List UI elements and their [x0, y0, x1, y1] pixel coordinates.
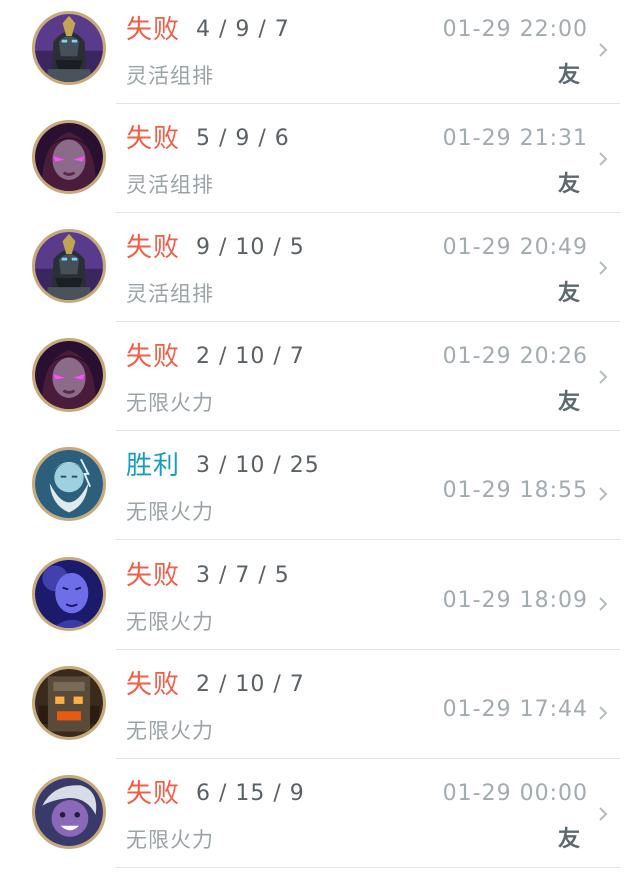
chevron-right-icon: [599, 807, 608, 821]
row-divider: [116, 867, 620, 868]
game-mode: 无限火力: [126, 719, 214, 743]
violet-eyed-woman-icon: [32, 120, 106, 194]
match-time: 01-29 20:49: [442, 235, 588, 260]
match-row[interactable]: 失败 2 / 10 / 7 无限火力 01-29 17:44: [0, 655, 640, 764]
chevron-right-icon: [599, 43, 608, 57]
friend-badge: 友: [558, 827, 581, 852]
match-row[interactable]: 失败 4 / 9 / 7 灵活组排 01-29 22:00 友: [0, 0, 640, 109]
game-mode: 无限火力: [126, 610, 214, 634]
match-result: 失败: [126, 561, 181, 591]
chevron-right-icon: [599, 597, 608, 611]
match-result: 失败: [126, 342, 181, 372]
friend-badge: 友: [558, 172, 581, 197]
kda-score: 3 / 7 / 5: [196, 563, 290, 588]
match-time: 01-29 18:09: [442, 588, 588, 613]
bearded-storm-god-icon: [32, 447, 106, 521]
row-divider: [116, 212, 620, 213]
match-time: 01-29 00:00: [442, 781, 588, 806]
grinning-imp-icon: [32, 775, 106, 849]
match-result: 失败: [126, 124, 181, 154]
kda-score: 9 / 10 / 5: [196, 235, 305, 260]
chevron-right-icon: [599, 152, 608, 166]
match-result: 胜利: [126, 451, 181, 481]
row-divider: [116, 539, 620, 540]
kda-score: 4 / 9 / 7: [196, 17, 290, 42]
match-row[interactable]: 失败 6 / 15 / 9 无限火力 01-29 00:00 友: [0, 764, 640, 873]
match-row[interactable]: 失败 9 / 10 / 5 灵活组排 01-29 20:49 友: [0, 218, 640, 327]
game-mode: 无限火力: [126, 500, 214, 524]
match-result: 失败: [126, 670, 181, 700]
molten-golem-icon: [32, 666, 106, 740]
game-mode: 灵活组排: [126, 64, 214, 88]
kda-score: 3 / 10 / 25: [196, 453, 320, 478]
match-result: 失败: [126, 779, 181, 809]
row-divider: [116, 758, 620, 759]
row-divider: [116, 103, 620, 104]
chevron-right-icon: [599, 487, 608, 501]
friend-badge: 友: [558, 281, 581, 306]
row-divider: [116, 321, 620, 322]
match-time: 01-29 22:00: [442, 17, 588, 42]
game-mode: 无限火力: [126, 828, 214, 852]
blue-glowing-monk-icon: [32, 557, 106, 631]
game-mode: 灵活组排: [126, 282, 214, 306]
violet-eyed-woman-icon: [32, 338, 106, 412]
friend-badge: 友: [558, 63, 581, 88]
match-history-list: 失败 4 / 9 / 7 灵活组排 01-29 22:00 友 失败 5 / 9 / 6 灵…: [0, 0, 640, 875]
chevron-right-icon: [599, 370, 608, 384]
match-result: 失败: [126, 15, 181, 45]
friend-badge: 友: [558, 390, 581, 415]
kda-score: 5 / 9 / 6: [196, 126, 290, 151]
match-row[interactable]: 失败 3 / 7 / 5 无限火力 01-29 18:09: [0, 546, 640, 655]
chevron-right-icon: [599, 706, 608, 720]
match-row[interactable]: 失败 2 / 10 / 7 无限火力 01-29 20:26 友: [0, 327, 640, 436]
game-mode: 无限火力: [126, 391, 214, 415]
game-mode: 灵活组排: [126, 173, 214, 197]
row-divider: [116, 430, 620, 431]
match-result: 失败: [126, 233, 181, 263]
match-row[interactable]: 胜利 3 / 10 / 25 无限火力 01-29 18:55: [0, 436, 640, 545]
match-time: 01-29 21:31: [442, 126, 588, 151]
kda-score: 2 / 10 / 7: [196, 672, 305, 697]
match-time: 01-29 20:26: [442, 344, 588, 369]
match-time: 01-29 18:55: [442, 478, 588, 503]
row-divider: [116, 649, 620, 650]
kda-score: 6 / 15 / 9: [196, 781, 305, 806]
match-row[interactable]: 失败 5 / 9 / 6 灵活组排 01-29 21:31 友: [0, 109, 640, 218]
chevron-right-icon: [599, 261, 608, 275]
match-time: 01-29 17:44: [442, 697, 588, 722]
kda-score: 2 / 10 / 7: [196, 344, 305, 369]
dark-armored-knight-icon: [32, 11, 106, 85]
dark-armored-knight-icon: [32, 229, 106, 303]
